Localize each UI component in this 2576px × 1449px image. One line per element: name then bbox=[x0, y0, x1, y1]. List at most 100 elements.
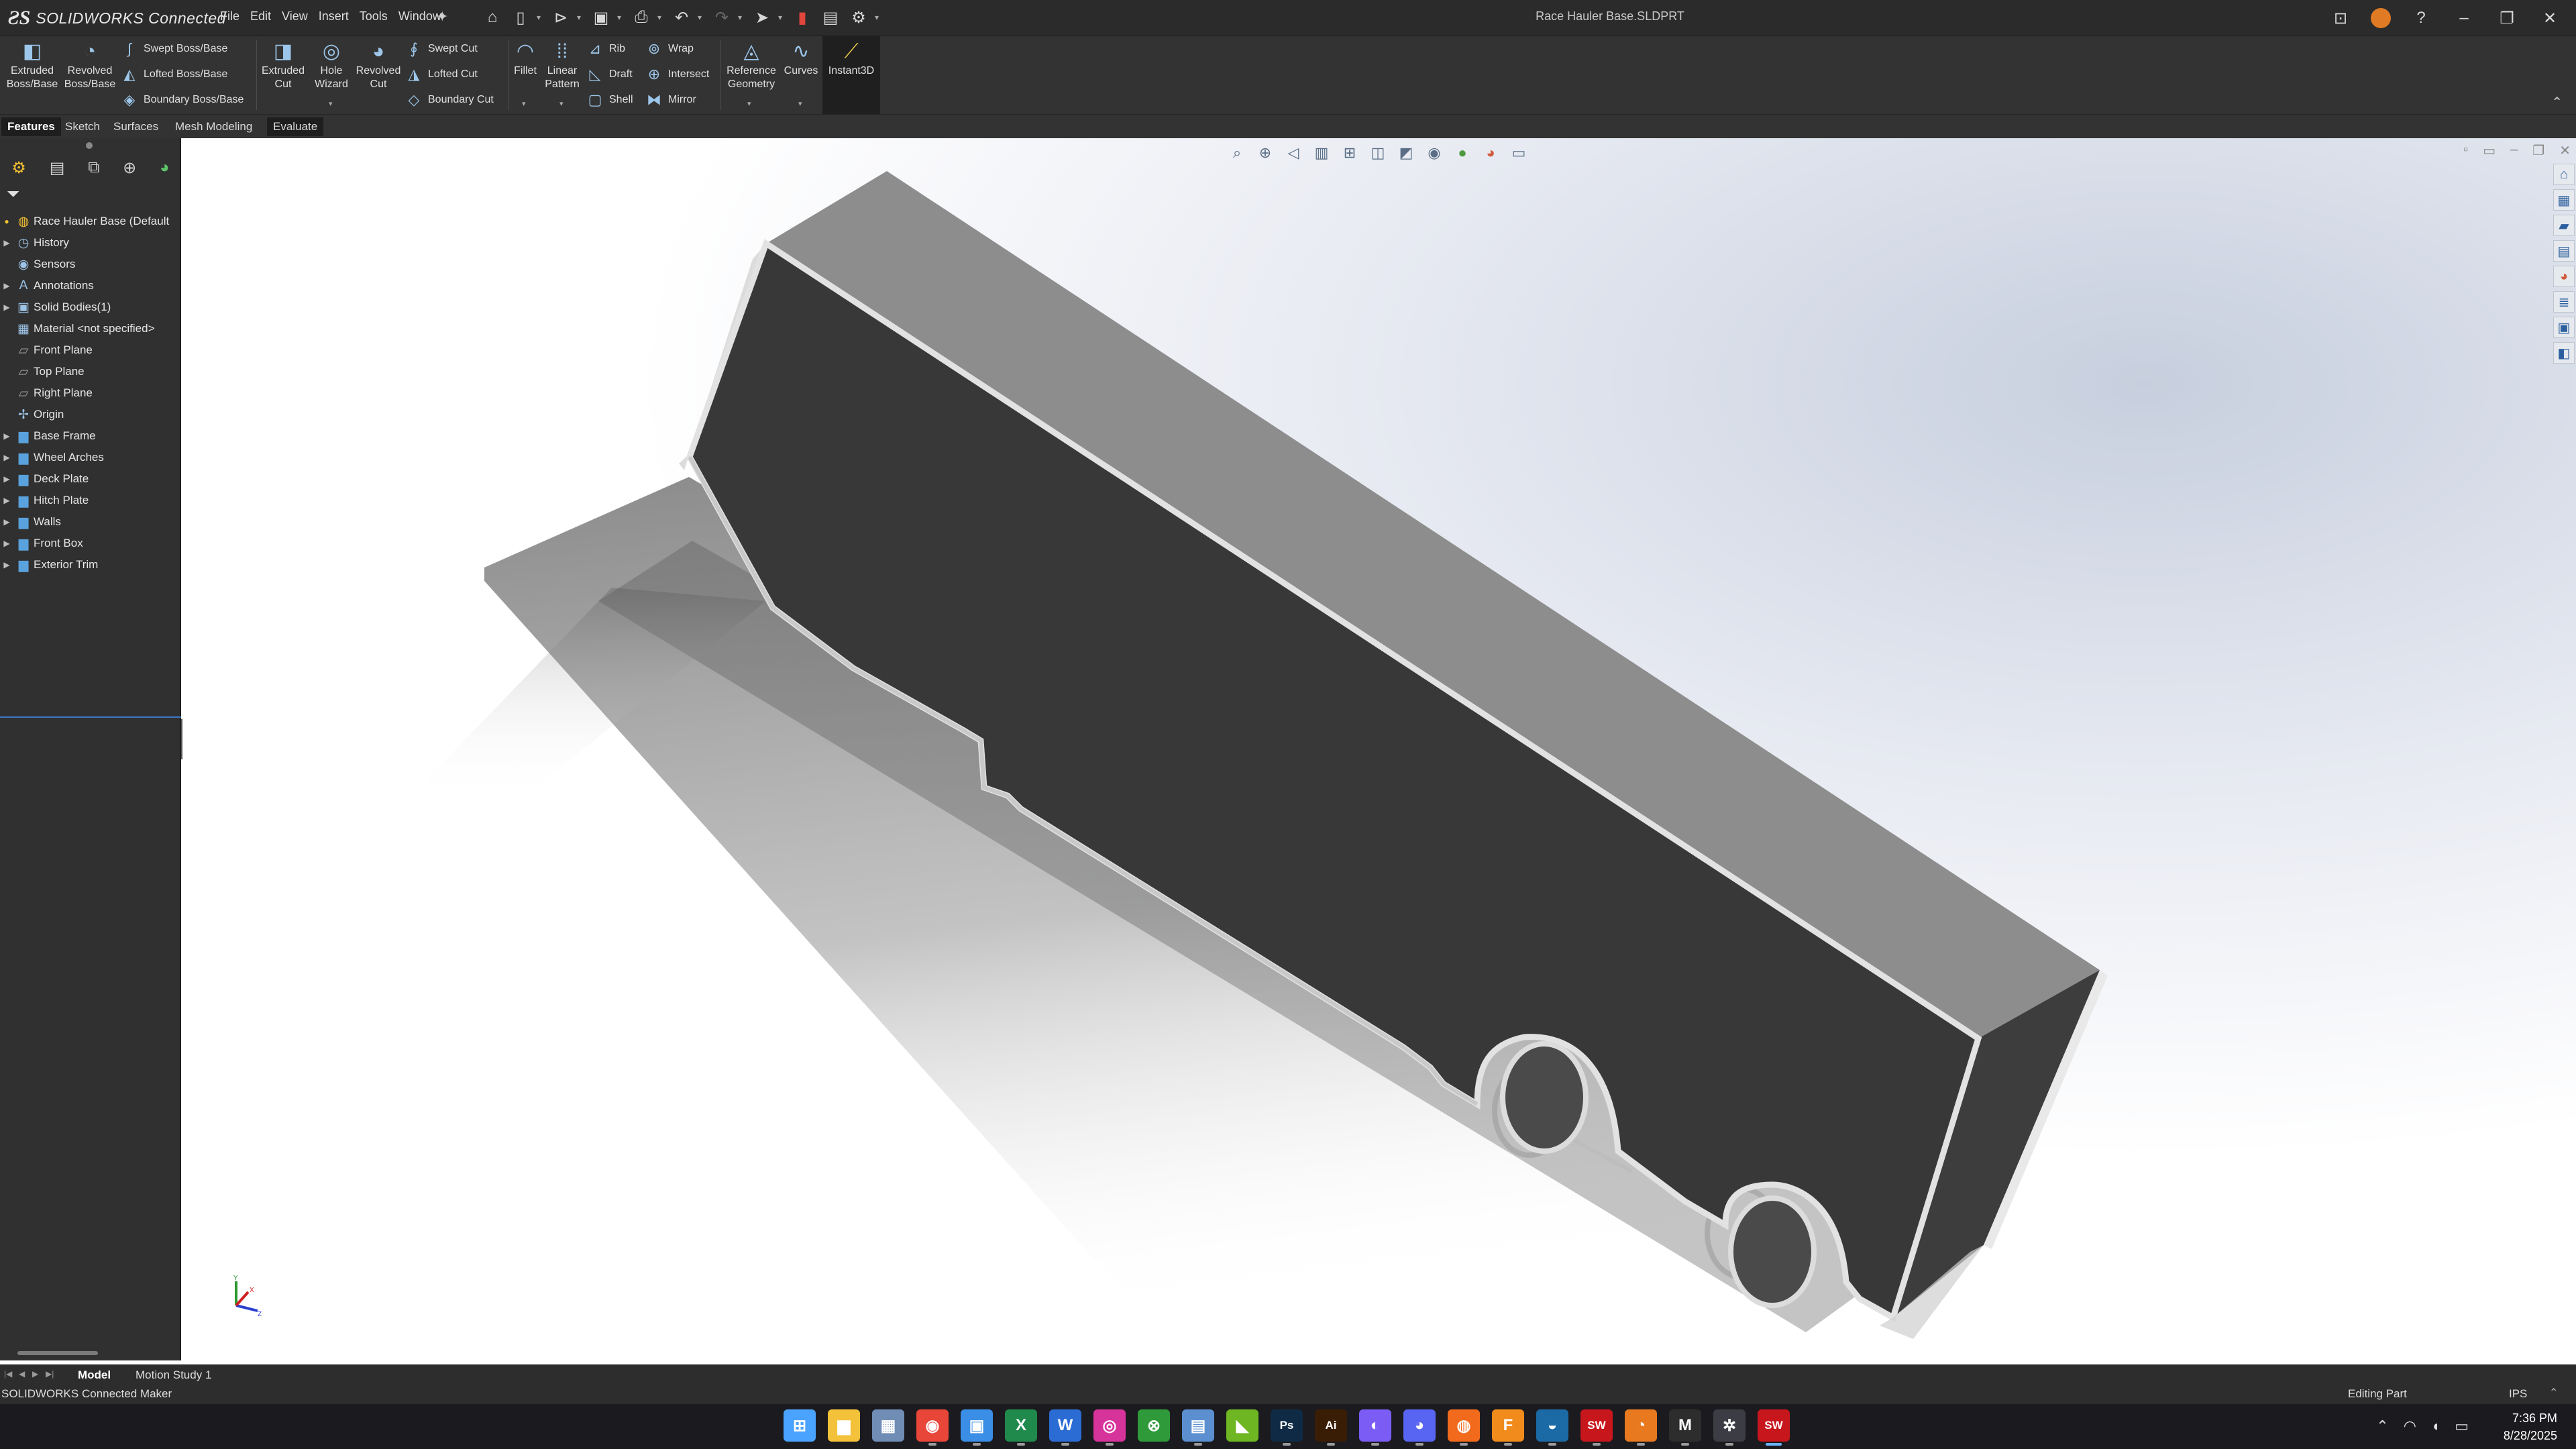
print-dropdown-icon[interactable]: ▾ bbox=[657, 13, 665, 22]
solidworks-2025-icon[interactable]: SW bbox=[1580, 1409, 1613, 1446]
tab-mesh-modeling[interactable]: Mesh Modeling bbox=[169, 117, 258, 136]
taskbar-clock[interactable]: 7:36 PM 8/28/2025 bbox=[2504, 1409, 2557, 1444]
apply-scene-icon[interactable]: ◕ bbox=[1480, 142, 1501, 164]
expand-arrow-icon[interactable]: ▶ bbox=[0, 303, 13, 312]
file-explorer-icon[interactable]: ▆ bbox=[828, 1409, 860, 1442]
revolved-boss-button[interactable]: ◔ Revolved Boss/Base bbox=[62, 39, 118, 91]
boundary-cut-button[interactable]: ◇ Boundary Cut bbox=[405, 91, 494, 109]
help-icon[interactable]: ? bbox=[2408, 5, 2434, 31]
tab-features[interactable]: Features bbox=[1, 117, 61, 136]
menu-file[interactable]: File bbox=[215, 9, 245, 23]
tab-motion-study-1[interactable]: Motion Study 1 bbox=[129, 1366, 218, 1384]
tree-item-front-box[interactable]: ▶ ▆ Front Box bbox=[0, 533, 181, 554]
word-icon[interactable]: W bbox=[1049, 1409, 1081, 1446]
curves-button[interactable]: ∿ Curves bbox=[781, 39, 821, 78]
open-dropdown-icon[interactable]: ▾ bbox=[577, 13, 585, 22]
boundary-boss-button[interactable]: ◈ Boundary Boss/Base bbox=[121, 91, 244, 109]
redo-dropdown-icon[interactable]: ▾ bbox=[738, 13, 746, 22]
mirror-button[interactable]: ⧓ Mirror bbox=[645, 91, 696, 109]
new-document-icon[interactable]: ▯ bbox=[508, 5, 533, 30]
model-viewport[interactable] bbox=[182, 138, 2576, 1364]
messenger-icon[interactable]: ◐ bbox=[1359, 1409, 1391, 1446]
expand-arrow-icon[interactable]: ▶ bbox=[0, 281, 13, 290]
extruded-cut-button[interactable]: ◨ Extruded Cut bbox=[259, 39, 307, 91]
expand-arrow-icon[interactable]: ▶ bbox=[0, 474, 13, 484]
nvidia-icon[interactable]: ◣ bbox=[1226, 1409, 1258, 1442]
status-expand-icon[interactable]: ⌃ bbox=[2549, 1386, 2558, 1399]
options-dropdown-icon[interactable]: ▾ bbox=[875, 13, 883, 22]
next-tab-icon[interactable]: ▶ bbox=[32, 1369, 38, 1379]
instant3d-button[interactable]: ⟋ Instant3D bbox=[822, 36, 880, 114]
tree-item-history[interactable]: ▶ ◷ History bbox=[0, 232, 181, 254]
panel-grip-icon[interactable] bbox=[86, 142, 93, 149]
tree-item-origin[interactable]: ✢ Origin bbox=[0, 404, 181, 425]
menu-insert[interactable]: Insert bbox=[313, 9, 354, 23]
solidworks-connected-icon[interactable]: SW bbox=[1758, 1409, 1790, 1446]
save-dropdown-icon[interactable]: ▾ bbox=[617, 13, 625, 22]
wifi-icon[interactable]: ◠ bbox=[2404, 1417, 2416, 1435]
expand-arrow-icon[interactable]: ▶ bbox=[0, 453, 13, 462]
file-explorer-pane-icon[interactable]: ▰ bbox=[2553, 215, 2575, 236]
options-gear-icon[interactable]: ⚙ bbox=[847, 5, 871, 30]
wrap-button[interactable]: ⊚ Wrap bbox=[645, 40, 694, 58]
tree-item-hitch-plate[interactable]: ▶ ▆ Hitch Plate bbox=[0, 490, 181, 511]
viewport-layout-icon[interactable]: ▭ bbox=[2483, 142, 2496, 159]
status-units[interactable]: IPS bbox=[2509, 1387, 2527, 1401]
xbox-icon[interactable]: ⊗ bbox=[1138, 1409, 1170, 1442]
viewport-restore-icon[interactable]: ❐ bbox=[2532, 142, 2544, 159]
lofted-cut-button[interactable]: ◮ Lofted Cut bbox=[405, 66, 478, 83]
zoom-to-fit-icon[interactable]: ⌕ bbox=[1226, 142, 1248, 164]
battery-icon[interactable]: ▭ bbox=[2455, 1417, 2469, 1435]
tree-item-deck-plate[interactable]: ▶ ▆ Deck Plate bbox=[0, 468, 181, 490]
extruded-boss-button[interactable]: ◧ Extruded Boss/Base bbox=[5, 39, 59, 91]
dimxpertmanager-icon[interactable]: ⊕ bbox=[123, 158, 136, 178]
wheel-arch-front[interactable] bbox=[1500, 1041, 1589, 1154]
restore-icon[interactable]: ❐ bbox=[2494, 5, 2520, 31]
tree-item-sensors[interactable]: ◉ Sensors bbox=[0, 254, 181, 275]
linear-pattern-button[interactable]: ⁞⁞ Linear Pattern bbox=[542, 39, 582, 91]
select-cursor-icon[interactable]: ➤ bbox=[750, 5, 774, 30]
propertymanager-icon[interactable]: ▤ bbox=[50, 158, 65, 178]
display-style-icon[interactable]: ◩ bbox=[1395, 142, 1417, 164]
edit-appearance-icon[interactable]: ● bbox=[1452, 142, 1473, 164]
tree-item-base-frame[interactable]: ▶ ▆ Base Frame bbox=[0, 425, 181, 447]
wheel-arch-rear[interactable] bbox=[1728, 1195, 1817, 1308]
tree-item-wheel-arches[interactable]: ▶ ▆ Wheel Arches bbox=[0, 447, 181, 468]
user-avatar[interactable] bbox=[2371, 8, 2391, 28]
hide-show-items-icon[interactable]: ◉ bbox=[1424, 142, 1445, 164]
new-dropdown-icon[interactable]: ▾ bbox=[537, 13, 545, 22]
view-orientation-icon[interactable]: ◫ bbox=[1367, 142, 1389, 164]
solidworks-resources-icon[interactable]: ⌂ bbox=[2553, 164, 2575, 185]
graphics-area[interactable]: ⌕ ⊕ ◁ ▥ ⊞ ◫ ◩ ◉ ● ◕ ▭ ▫ ▭ – ❐ ✕ ⌂ ▦ ▰ ▤ … bbox=[182, 138, 2576, 1364]
view-palette-icon[interactable]: ▤ bbox=[2553, 240, 2575, 262]
chrome-icon[interactable]: ◉ bbox=[916, 1409, 949, 1446]
command-search-icon[interactable]: ⊡ bbox=[2328, 5, 2353, 31]
last-tab-icon[interactable]: ▶| bbox=[46, 1369, 54, 1379]
instagram-icon[interactable]: ◎ bbox=[1093, 1409, 1126, 1446]
intersect-button[interactable]: ⊕ Intersect bbox=[645, 66, 710, 83]
linear-pattern-dropdown-icon[interactable]: ▾ bbox=[559, 99, 564, 108]
menu-view[interactable]: View bbox=[276, 9, 313, 23]
expand-arrow-icon[interactable]: ▶ bbox=[0, 539, 13, 548]
fusion-icon[interactable]: F bbox=[1492, 1409, 1524, 1446]
custom-properties-icon[interactable]: ≣ bbox=[2553, 291, 2575, 313]
medium-icon[interactable]: M bbox=[1669, 1409, 1701, 1446]
close-icon[interactable]: ✕ bbox=[2537, 5, 2563, 31]
notepad-icon[interactable]: ▤ bbox=[1182, 1409, 1214, 1446]
horizontal-scrollbar[interactable] bbox=[17, 1351, 98, 1355]
rib-button[interactable]: ⊿ Rib bbox=[586, 40, 625, 58]
lofted-boss-button[interactable]: ◭ Lofted Boss/Base bbox=[121, 66, 228, 83]
draft-button[interactable]: ◺ Draft bbox=[586, 66, 633, 83]
tree-item-annotations[interactable]: ▶ A Annotations bbox=[0, 275, 181, 297]
windows-start-icon[interactable]: ⊞ bbox=[784, 1409, 816, 1442]
tab-sketch[interactable]: Sketch bbox=[59, 117, 106, 136]
menu-tools[interactable]: Tools bbox=[354, 9, 393, 23]
collapse-ribbon-icon[interactable]: ⌃ bbox=[2551, 94, 2563, 111]
reference-geometry-button[interactable]: ◬ Reference Geometry bbox=[723, 39, 780, 91]
solidworks-forum-icon[interactable]: ▣ bbox=[2553, 317, 2575, 338]
viewport-split-icon[interactable]: ▫ bbox=[2463, 142, 2468, 159]
section-view-icon[interactable]: ▥ bbox=[1311, 142, 1332, 164]
expand-arrow-icon[interactable]: ▶ bbox=[0, 238, 13, 248]
expand-arrow-icon[interactable]: ▶ bbox=[0, 496, 13, 505]
open-icon[interactable]: ⊳ bbox=[549, 5, 573, 30]
